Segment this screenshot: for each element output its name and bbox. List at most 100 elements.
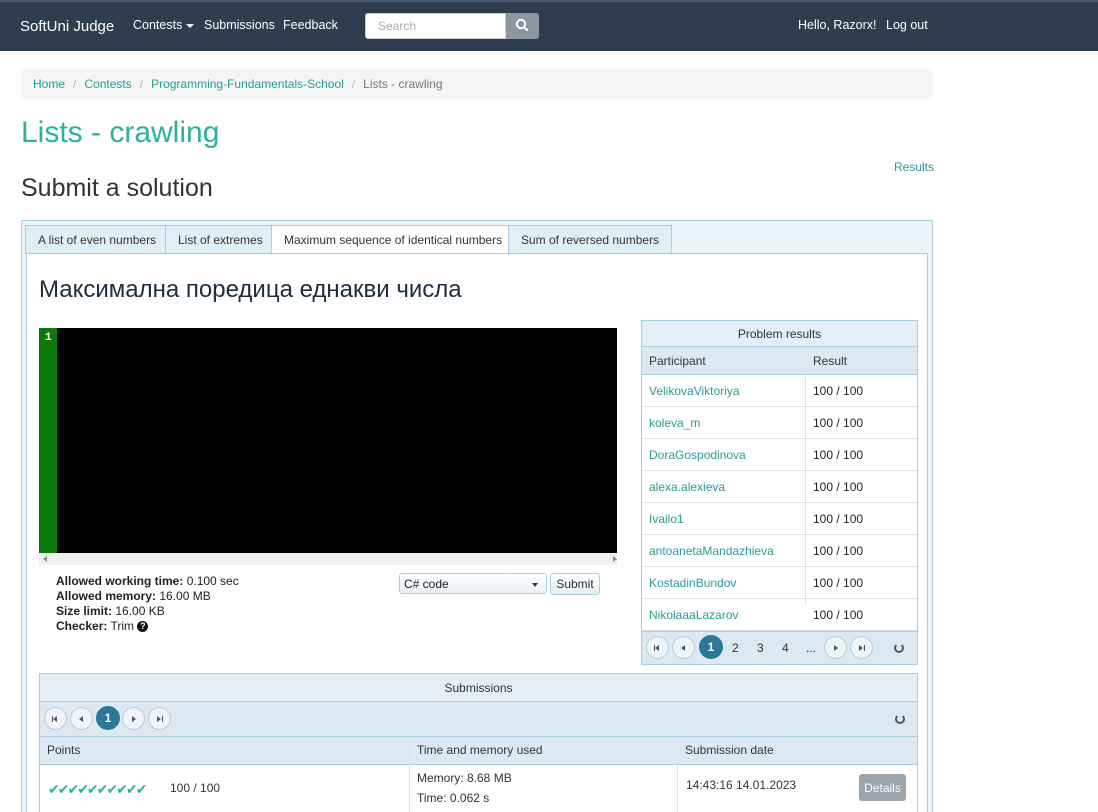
column-submission-date[interactable]: Submission date bbox=[685, 743, 774, 757]
last-page-button[interactable] bbox=[148, 707, 171, 730]
refresh-icon[interactable] bbox=[895, 714, 905, 724]
column-participant[interactable]: Participant bbox=[649, 354, 706, 368]
result-value: 100 / 100 bbox=[813, 576, 864, 590]
scroll-left-icon[interactable] bbox=[43, 556, 47, 562]
participant-link[interactable]: koleva_m bbox=[649, 416, 700, 430]
next-page-button[interactable] bbox=[824, 636, 847, 659]
page-link[interactable]: 3 bbox=[757, 641, 764, 655]
problems-tabs: A list of even numbers List of extremes … bbox=[21, 220, 933, 812]
problem-limits: Allowed working time: 0.100 sec Allowed … bbox=[56, 574, 239, 634]
problem-results-panel: Problem results Participant Result Velik… bbox=[641, 320, 918, 665]
checker-label: Checker: bbox=[56, 619, 108, 633]
time-limit-label: Allowed working time: bbox=[56, 574, 184, 588]
participant-link[interactable]: Ivailo1 bbox=[649, 512, 684, 526]
nav-submissions[interactable]: Submissions bbox=[204, 18, 275, 32]
table-row: alexa.alexieva 100 / 100 bbox=[642, 471, 917, 503]
table-row: antoanetaMandazhieva 100 / 100 bbox=[642, 535, 917, 567]
line-number: 1 bbox=[45, 332, 52, 344]
problem-panel: Максимална поредица еднакви числа 1 Allo… bbox=[26, 253, 928, 812]
submit-button[interactable]: Submit bbox=[550, 573, 600, 595]
breadcrumb-contests[interactable]: Contests bbox=[84, 77, 131, 91]
table-row: koleva_m 100 / 100 bbox=[642, 407, 917, 439]
participant-link[interactable]: VelikovaViktoriya bbox=[649, 384, 740, 398]
search-input[interactable] bbox=[365, 13, 506, 39]
submission-date: 14:43:16 14.01.2023 bbox=[686, 778, 797, 792]
page-ellipsis[interactable]: ... bbox=[806, 641, 816, 655]
prev-page-button[interactable] bbox=[70, 707, 93, 730]
prev-page-icon bbox=[79, 716, 83, 722]
details-button[interactable]: Details bbox=[859, 774, 906, 801]
prev-page-button[interactable] bbox=[672, 636, 695, 659]
participant-link[interactable]: antoanetaMandazhieva bbox=[649, 544, 774, 558]
logout-link[interactable]: Log out bbox=[886, 18, 928, 32]
problem-title: Максимална поредица еднакви числа bbox=[39, 276, 462, 303]
problem-results-header: Participant Result bbox=[642, 347, 917, 375]
breadcrumb-home[interactable]: Home bbox=[33, 77, 65, 91]
next-page-icon bbox=[834, 645, 838, 651]
test-checkmarks: ✔✔✔✔✔✔✔✔✔✔ bbox=[48, 781, 147, 797]
search-button[interactable] bbox=[506, 13, 539, 39]
points-value: 100 / 100 bbox=[170, 781, 221, 795]
breadcrumb-separator: / bbox=[73, 77, 77, 91]
last-page-arrow-icon bbox=[157, 716, 161, 722]
memory-limit-label: Allowed memory: bbox=[56, 589, 157, 603]
page-title: Lists - crawling bbox=[21, 116, 220, 149]
column-result[interactable]: Result bbox=[813, 354, 847, 368]
caret-down-icon bbox=[186, 23, 195, 28]
page-link[interactable]: 4 bbox=[782, 641, 789, 655]
refresh-icon[interactable] bbox=[894, 643, 904, 653]
brand-logo[interactable]: SoftUni Judge bbox=[20, 18, 114, 35]
current-page[interactable]: 1 bbox=[96, 706, 120, 730]
user-greeting[interactable]: Hello, Razorx! bbox=[798, 18, 877, 32]
last-page-button[interactable] bbox=[850, 636, 873, 659]
editor-horizontal-scrollbar[interactable] bbox=[39, 553, 617, 565]
scroll-right-icon[interactable] bbox=[613, 556, 617, 562]
current-page[interactable]: 1 bbox=[699, 635, 723, 659]
participant-link[interactable]: DoraGospodinova bbox=[649, 448, 746, 462]
time-limit-value: 0.100 sec bbox=[186, 574, 239, 588]
nav-feedback[interactable]: Feedback bbox=[283, 18, 338, 32]
participant-link[interactable]: KostadinBundov bbox=[649, 576, 736, 590]
problem-results-title: Problem results bbox=[642, 321, 917, 347]
participant-link[interactable]: NikolaaaLazarov bbox=[649, 608, 738, 622]
help-icon[interactable]: ? bbox=[137, 621, 149, 632]
result-value: 100 / 100 bbox=[813, 608, 864, 622]
last-page-icon bbox=[864, 645, 865, 651]
table-row: Ivailo1 100 / 100 bbox=[642, 503, 917, 535]
nav-contests-dropdown[interactable]: Contests bbox=[133, 18, 195, 32]
last-page-icon bbox=[162, 716, 163, 722]
language-select[interactable]: C# code bbox=[399, 573, 547, 594]
result-value: 100 / 100 bbox=[813, 544, 864, 558]
column-time-memory[interactable]: Time and memory used bbox=[417, 743, 543, 757]
checker-value: Trim bbox=[110, 619, 135, 633]
nav-contests-label: Contests bbox=[133, 18, 183, 32]
tab-list-of-even-numbers[interactable]: A list of even numbers bbox=[25, 225, 170, 254]
time-used: Time: 0.062 s bbox=[417, 791, 490, 805]
tab-sum-of-reversed-numbers[interactable]: Sum of reversed numbers bbox=[508, 225, 673, 254]
tab-maximum-sequence[interactable]: Maximum sequence of identical numbers bbox=[271, 225, 516, 255]
tab-list-of-extremes[interactable]: List of extremes bbox=[165, 225, 276, 254]
page-link[interactable]: 2 bbox=[732, 641, 739, 655]
breadcrumb-separator: / bbox=[351, 77, 356, 91]
first-page-button[interactable] bbox=[646, 636, 669, 659]
breadcrumb-category[interactable]: Programming-Fundamentals-School bbox=[151, 77, 344, 91]
results-link[interactable]: Results bbox=[894, 160, 934, 174]
code-editor[interactable]: 1 bbox=[39, 328, 617, 553]
participant-link[interactable]: alexa.alexieva bbox=[649, 480, 725, 494]
memory-limit-value: 16.00 MB bbox=[159, 589, 211, 603]
first-page-arrow-icon bbox=[655, 645, 659, 651]
submissions-pager: 1 bbox=[40, 702, 917, 737]
table-row: VelikovaViktoriya 100 / 100 bbox=[642, 375, 917, 407]
next-page-icon bbox=[132, 716, 136, 722]
last-page-arrow-icon bbox=[859, 645, 863, 651]
first-page-button[interactable] bbox=[44, 707, 67, 730]
result-value: 100 / 100 bbox=[813, 512, 864, 526]
problem-results-pager: 1 2 3 4 ... bbox=[642, 631, 917, 664]
column-points[interactable]: Points bbox=[47, 743, 80, 757]
breadcrumb-current: Lists - crawling bbox=[363, 77, 443, 91]
first-page-arrow-icon bbox=[53, 716, 57, 722]
result-value: 100 / 100 bbox=[813, 384, 864, 398]
result-value: 100 / 100 bbox=[813, 448, 864, 462]
next-page-button[interactable] bbox=[122, 707, 145, 730]
result-value: 100 / 100 bbox=[813, 416, 864, 430]
